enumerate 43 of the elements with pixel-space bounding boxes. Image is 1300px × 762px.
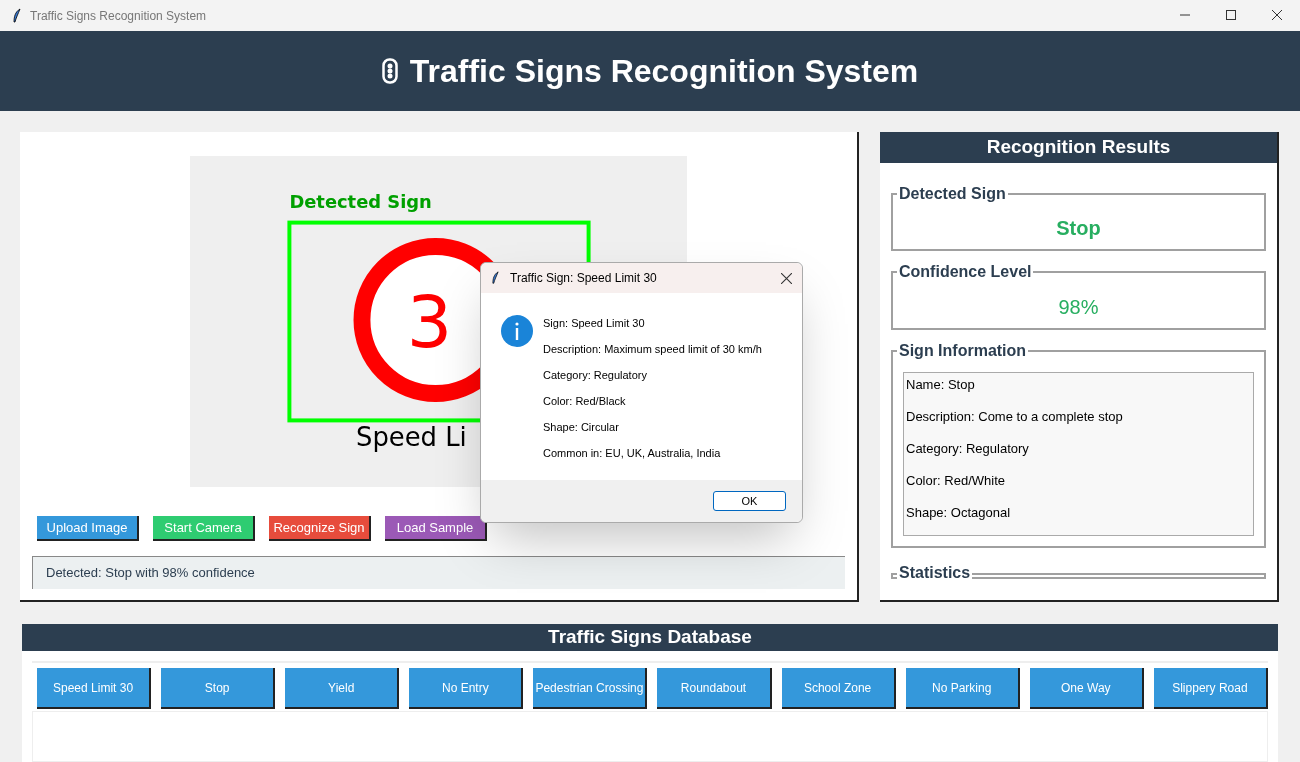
sign-button[interactable]: Yield [285, 668, 400, 709]
results-title: Recognition Results [880, 132, 1277, 163]
dialog-text: Sign: Speed Limit 30 [543, 316, 646, 331]
sign-info-text: Name: Stop Description: Come to a complete stop Category: Regulatory Color: Red/White Shape: Octagonal [903, 372, 1254, 536]
window-title: Traffic Signs Recognition System [30, 7, 207, 25]
maximize-icon[interactable] [1226, 10, 1236, 20]
close-icon[interactable] [1272, 10, 1282, 20]
action-button[interactable]: Upload Image [37, 516, 139, 541]
group-label: Statistics [897, 564, 973, 582]
ok-button[interactable]: OK [713, 491, 786, 511]
action-button[interactable]: Load Sample [385, 516, 487, 541]
dialog-text: Description: Maximum speed limit of 30 km/h [543, 342, 762, 357]
sign-button[interactable]: Speed Limit 30 [37, 668, 152, 709]
detected-sign-value: Stop [1055, 216, 1102, 241]
action-button[interactable]: Start Camera [153, 516, 255, 541]
group-label: Detected Sign [897, 185, 1008, 203]
database-title: Traffic Signs Database [22, 624, 1278, 651]
feather-icon [12, 7, 22, 24]
sign-button[interactable]: School Zone [781, 668, 896, 709]
detection-label: Detected Sign [289, 190, 432, 212]
dialog-text: Color: Red/Black [543, 394, 627, 409]
dialog-text: Category: Regulatory [543, 368, 648, 383]
sign-button[interactable]: No Entry [409, 668, 524, 709]
info-icon [501, 315, 533, 347]
sign-button[interactable]: Roundabout [657, 668, 772, 709]
app-title: Traffic Signs Recognition System [409, 52, 919, 91]
sign-button[interactable]: Slippery Road [1153, 668, 1268, 709]
dialog-text: Shape: Circular [543, 420, 620, 435]
confidence-value: 98% [1057, 294, 1100, 320]
sign-button[interactable]: Pedestrian Crossing [533, 668, 648, 709]
dialog-title: Traffic Sign: Speed Limit 30 [510, 270, 657, 287]
dialog-text: Common in: EU, UK, Australia, India [543, 446, 722, 461]
status-bar: Detected: Stop with 98% confidence [32, 556, 845, 589]
sign-button[interactable]: Stop [161, 668, 276, 709]
close-icon[interactable] [781, 272, 792, 284]
group-label: Sign Information [897, 342, 1029, 360]
traffic-light-icon [381, 58, 398, 84]
sign-button[interactable]: No Parking [905, 668, 1020, 709]
feather-icon [491, 271, 500, 285]
sign-number: 3 [406, 280, 453, 364]
action-button[interactable]: Recognize Sign [269, 516, 371, 541]
sign-caption: Speed Li [356, 422, 467, 453]
sign-button[interactable]: One Way [1029, 668, 1144, 709]
